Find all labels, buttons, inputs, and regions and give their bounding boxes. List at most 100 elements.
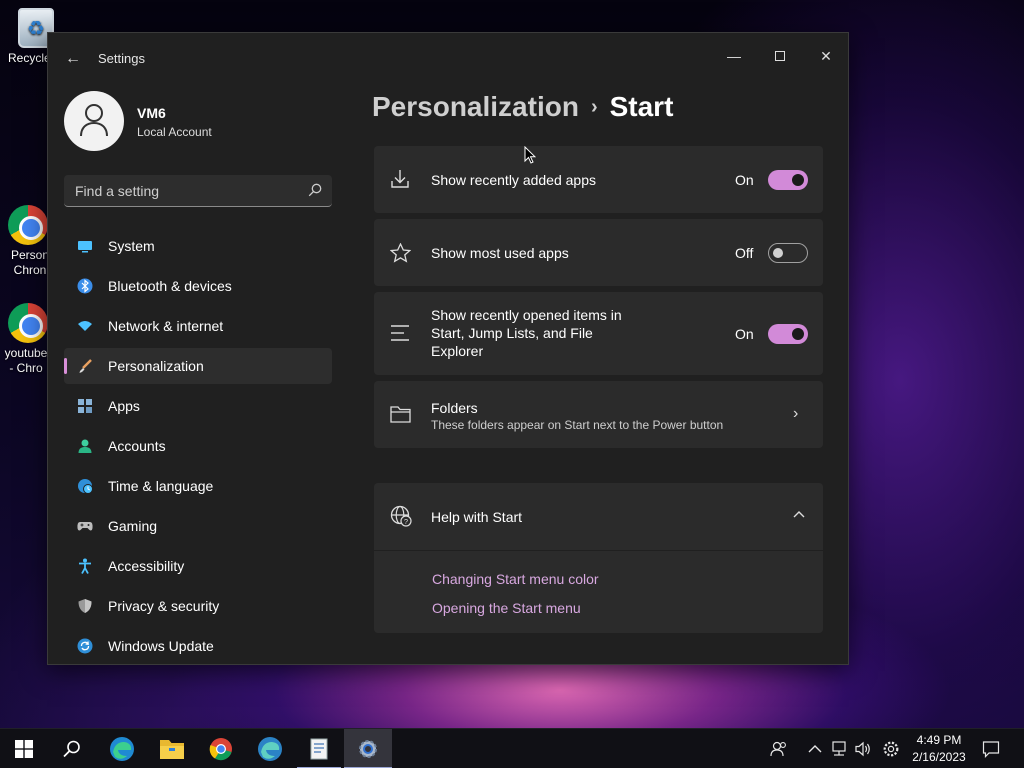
desktop-icon-label: youtube - Chro	[4, 346, 48, 375]
taskbar: 4:49 PM 2/16/2023	[0, 728, 1024, 768]
settings-tray-gear-icon[interactable]	[882, 740, 900, 758]
search-input[interactable]	[64, 175, 332, 206]
help-with-start-body: Changing Start menu color Opening the St…	[374, 551, 823, 633]
minimize-button[interactable]: —	[711, 41, 757, 71]
chrome-icon	[8, 303, 48, 343]
sidebar-item-network[interactable]: Network & internet	[64, 308, 332, 344]
notifications-icon[interactable]	[982, 740, 1000, 758]
clock[interactable]: 4:49 PM 2/16/2023	[908, 732, 970, 766]
sidebar-item-accessibility[interactable]: Accessibility	[64, 548, 332, 584]
breadcrumb: Personalization › Start	[372, 91, 673, 123]
setting-recently-opened-items: Show recently opened items in Start, Jum…	[374, 292, 823, 375]
list-icon	[391, 325, 409, 341]
people-glyph	[770, 741, 786, 757]
star-icon	[390, 243, 411, 263]
recently-opened-items-toggle[interactable]	[768, 324, 808, 344]
setting-description: These folders appear on Start next to th…	[431, 418, 724, 432]
taskbar-edge-beta-button[interactable]	[246, 729, 294, 768]
help-with-start-header[interactable]: ? Help with Start	[374, 483, 823, 550]
taskbar-settings-button[interactable]	[344, 729, 392, 768]
setting-label-line-1: Show recently opened items in	[431, 307, 622, 323]
sidebar-item-label: Time & language	[108, 478, 214, 494]
taskbar-chrome-button[interactable]	[197, 729, 245, 768]
sidebar-item-privacy[interactable]: Privacy & security	[64, 588, 332, 624]
globe-clock-icon	[78, 479, 93, 494]
user-profile[interactable]: VM6 Local Account	[64, 91, 344, 151]
download-icon	[391, 170, 409, 188]
maximize-button[interactable]	[757, 41, 803, 71]
update-icon	[77, 638, 93, 654]
sidebar-item-accounts[interactable]: Accounts	[64, 428, 332, 464]
search-box[interactable]	[64, 175, 332, 207]
network-glyph	[832, 741, 846, 756]
close-button[interactable]: ✕	[803, 41, 849, 71]
brush-icon	[79, 359, 92, 373]
sidebar-item-label: Bluetooth & devices	[108, 278, 232, 294]
help-link-opening-start-menu[interactable]: Opening the Start menu	[432, 600, 581, 616]
sidebar-item-windows-update[interactable]: Windows Update	[64, 628, 332, 664]
monitor-icon	[78, 241, 92, 253]
show-hidden-icons-chevron-icon[interactable]	[806, 740, 824, 758]
sidebar-item-label: Windows Update	[108, 638, 214, 654]
setting-label: Folders	[431, 400, 478, 416]
profile-account-type: Local Account	[137, 125, 212, 139]
sidebar-item-label: Privacy & security	[108, 598, 220, 614]
taskbar-file-explorer-button[interactable]	[148, 729, 196, 768]
back-button[interactable]: ←	[62, 49, 84, 69]
mouse-cursor-icon	[524, 146, 536, 164]
help-title: Help with Start	[431, 509, 523, 525]
taskbar-search-button[interactable]	[48, 729, 96, 768]
apps-icon	[78, 399, 92, 413]
svg-text:?: ?	[404, 517, 408, 526]
sidebar-item-label: Apps	[108, 398, 140, 414]
search-icon	[308, 183, 322, 197]
sidebar-item-label: Network & internet	[108, 318, 224, 334]
clock-date: 2/16/2023	[912, 750, 966, 764]
wifi-icon	[78, 321, 92, 331]
clock-time: 4:49 PM	[916, 733, 962, 747]
sidebar-item-label: System	[108, 238, 155, 254]
sidebar-item-bluetooth[interactable]: Bluetooth & devices	[64, 268, 332, 304]
title-bar: ← Settings — ✕	[48, 33, 848, 83]
sidebar-item-label: Accounts	[108, 438, 166, 454]
taskbar-notepad-button[interactable]	[295, 729, 343, 768]
sidebar-nav: System Bluetooth & devices Network & int…	[64, 228, 332, 668]
folder-icon	[390, 406, 411, 423]
sidebar-item-gaming[interactable]: Gaming	[64, 508, 332, 544]
chevron-up-glyph	[808, 745, 822, 753]
sidebar-item-apps[interactable]: Apps	[64, 388, 332, 424]
person-icon	[78, 439, 92, 453]
sidebar-item-time-language[interactable]: Time & language	[64, 468, 332, 504]
edge-icon	[110, 737, 134, 761]
setting-folders[interactable]: Folders These folders appear on Start ne…	[374, 381, 823, 448]
sidebar-item-label: Gaming	[108, 518, 158, 534]
most-used-apps-toggle[interactable]	[768, 243, 808, 263]
chevron-right-icon: ›	[590, 96, 598, 118]
window-title: Settings	[98, 51, 145, 66]
setting-most-used-apps: Show most used apps Off	[374, 219, 823, 286]
bluetooth-icon	[77, 278, 93, 294]
toggle-state: On	[735, 326, 754, 342]
chrome-icon	[8, 205, 48, 245]
setting-label: Show most used apps	[431, 245, 569, 261]
start-button[interactable]	[0, 729, 48, 768]
breadcrumb-parent[interactable]: Personalization	[372, 91, 579, 122]
taskbar-edge-button[interactable]	[98, 729, 146, 768]
network-icon[interactable]	[830, 740, 848, 758]
sidebar-item-personalization[interactable]: Personalization	[64, 348, 332, 384]
speaker-glyph	[855, 741, 870, 757]
volume-icon[interactable]	[854, 740, 872, 758]
sidebar-item-label: Personalization	[108, 358, 204, 374]
chevron-right-icon: ›	[793, 405, 799, 422]
setting-label: Show recently added apps	[431, 172, 596, 188]
avatar	[64, 91, 124, 151]
settings-window: ← Settings — ✕ VM6 Local Account System	[47, 32, 849, 665]
setting-recently-added-apps: Show recently added apps On	[374, 146, 823, 213]
toggle-state: On	[735, 172, 754, 188]
gear-icon	[359, 740, 377, 758]
people-icon[interactable]	[770, 740, 788, 758]
sidebar-item-system[interactable]: System	[64, 228, 332, 264]
profile-name: VM6	[137, 105, 166, 121]
recently-added-apps-toggle[interactable]	[768, 170, 808, 190]
help-link-start-menu-color[interactable]: Changing Start menu color	[432, 571, 599, 587]
